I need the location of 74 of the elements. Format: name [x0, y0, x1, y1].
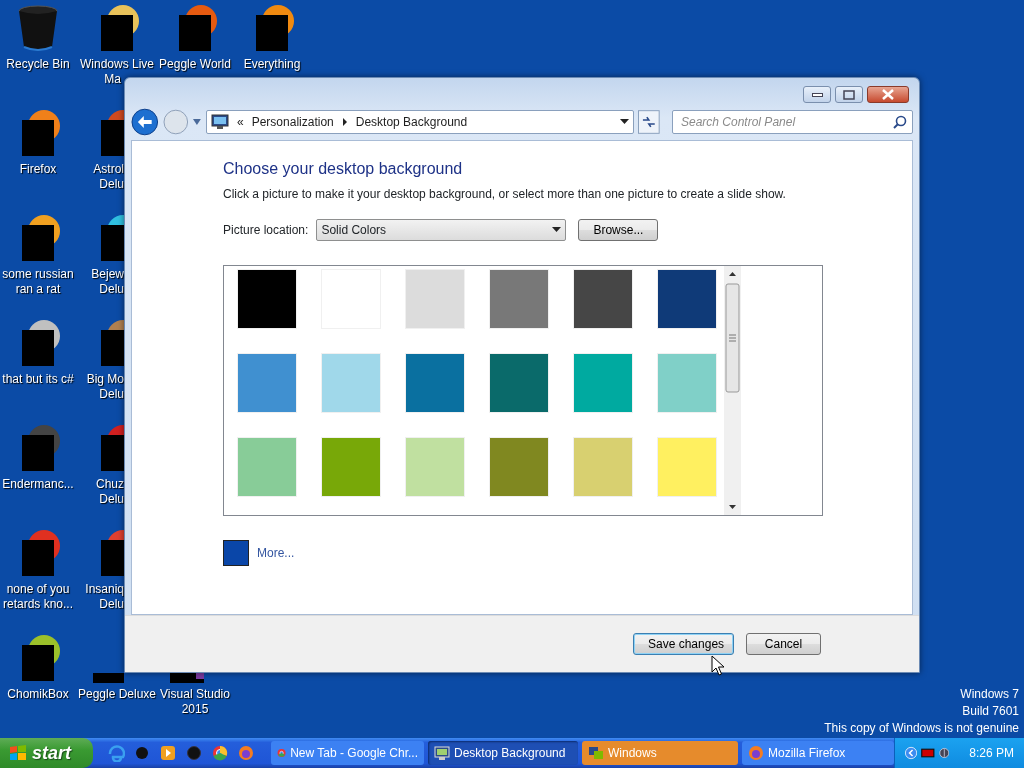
notice-text: Build 7601	[961, 703, 1019, 720]
dropdown-arrow-icon[interactable]	[552, 227, 562, 233]
search-field[interactable]: Search Control Panel	[672, 110, 913, 134]
close-icon	[882, 89, 894, 100]
instructions-text: Click a picture to make it your desktop background, or select more than one picture to create a slide show.	[223, 186, 787, 203]
dropdown-arrow-icon[interactable]	[620, 119, 630, 125]
more-link[interactable]: More...	[257, 544, 295, 562]
field-label: Picture location:	[223, 222, 309, 239]
dialog-button[interactable]: Cancel	[746, 633, 821, 655]
close-button[interactable]	[867, 86, 909, 103]
firefox-icon	[748, 745, 764, 761]
minimize-icon	[811, 92, 823, 97]
icon-label: Delu	[99, 492, 124, 507]
breadcrumb-item[interactable]: Personalization	[251, 113, 334, 131]
monitor-icon	[211, 114, 229, 130]
scrollbar[interactable]	[724, 266, 741, 515]
breadcrumb-chevron[interactable]: «	[237, 113, 244, 131]
icon-label: none of you	[6, 582, 70, 597]
browse-button[interactable]: Browse...	[578, 219, 659, 241]
icon-label: that but its c#	[2, 372, 74, 387]
icon-label: ran a rat	[15, 282, 61, 297]
speaker-icon[interactable]	[938, 745, 950, 761]
start-button[interactable]: start	[0, 738, 93, 768]
icon-label: Chuz	[96, 477, 124, 492]
notice-text: This copy of Windows is not genuine	[824, 720, 1019, 737]
chrome-icon[interactable]	[211, 744, 229, 762]
page-heading: Choose your desktop background	[223, 159, 464, 179]
icon-label: 2015	[181, 702, 209, 717]
icon-label: Firefox	[19, 162, 57, 177]
windows-logo-icon	[8, 744, 28, 762]
color-swatch[interactable]	[223, 540, 249, 566]
icon-label: Bejew	[91, 267, 124, 282]
back-button[interactable]	[131, 108, 159, 136]
chevron-left-button[interactable]	[905, 745, 918, 761]
icon-label: Astrol	[93, 162, 124, 177]
icon-label: Delu	[99, 177, 124, 192]
icon-label: Endermanc...	[2, 477, 74, 492]
maximize-icon	[843, 89, 855, 100]
tray-icon[interactable]	[921, 746, 935, 760]
icon-label: Insaniq	[85, 582, 124, 597]
icon-label: retards kno...	[3, 597, 73, 612]
caret-icon[interactable]	[341, 118, 348, 126]
icon-label: Peggle World	[159, 57, 231, 72]
refresh-button[interactable]	[638, 110, 660, 134]
icon-label: Big Mo	[86, 372, 124, 387]
computer-icon	[588, 745, 604, 761]
icon-label: Peggle Deluxe	[77, 687, 157, 702]
firefox-icon[interactable]	[237, 744, 255, 762]
monitor-icon	[434, 745, 450, 761]
icon-label: Delu	[99, 282, 124, 297]
icon-label: Visual Studio	[160, 687, 230, 702]
search-icon[interactable]	[893, 115, 907, 129]
icon-label: Everything	[243, 57, 301, 72]
browser-icon[interactable]	[107, 744, 125, 762]
clock: 8:26 PM	[969, 745, 1014, 762]
icon-label: Windows Live	[80, 57, 154, 72]
taskbar-button[interactable]: New Tab - Google Chr...	[271, 741, 424, 765]
notice-text: Windows 7	[959, 686, 1019, 703]
taskbar-button[interactable]: Mozilla Firefox	[742, 741, 894, 765]
media-player-icon[interactable]	[159, 744, 177, 762]
icon-label: Ma	[104, 72, 121, 87]
icon-label: Delu	[99, 597, 124, 612]
picture-location-dropdown[interactable]: Solid Colors	[316, 219, 567, 241]
breadcrumb-item[interactable]: Desktop Background	[355, 113, 468, 131]
maximize-button[interactable]	[835, 86, 863, 103]
icon-label: some russian	[2, 267, 74, 282]
minimize-button[interactable]	[803, 86, 831, 103]
mouse-pointer-icon	[711, 655, 725, 677]
icon-label: Recycle Bin	[6, 57, 70, 72]
address-bar[interactable]: « Personalization Desktop Background	[206, 110, 635, 134]
icon-label: Delu	[99, 387, 124, 402]
dialog-button[interactable]: Save changes	[633, 633, 734, 655]
icon-label: ChomikBox	[7, 687, 69, 702]
taskbar-button[interactable]: Desktop Background	[428, 741, 578, 765]
